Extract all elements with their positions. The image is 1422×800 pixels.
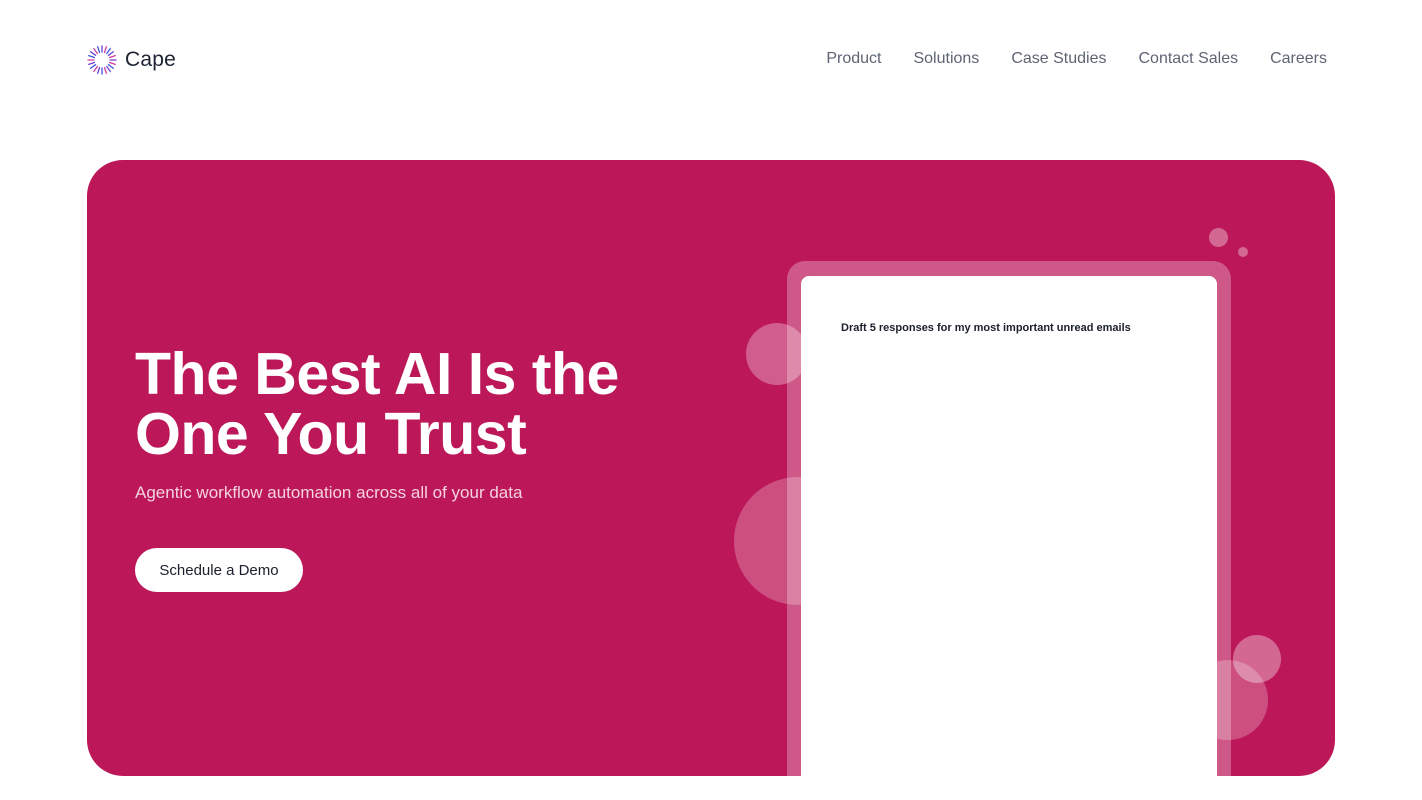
nav-item-careers[interactable]: Careers [1270, 50, 1327, 68]
logo-ray [97, 46, 101, 54]
hero-subtitle: Agentic workflow automation across all o… [135, 483, 523, 502]
hero-title: The Best AI Is the One You Trust [135, 341, 619, 467]
logo-ray [103, 66, 107, 74]
nav-item-contact-sales[interactable]: Contact Sales [1138, 50, 1238, 68]
logo-ray [103, 46, 107, 54]
logo-ray [88, 61, 96, 65]
main-nav: Product Solutions Case Studies Contact S… [794, 50, 1327, 68]
logo-ray [108, 55, 116, 59]
schedule-demo-button[interactable]: Schedule a Demo [135, 548, 303, 592]
logo-ray [90, 64, 97, 69]
brand-name: Cape [125, 48, 177, 71]
demo-screen: Draft 5 responses for my most important … [801, 276, 1217, 776]
logo-ray [93, 48, 98, 55]
logo-ray [106, 65, 111, 72]
nav-item-case-studies[interactable]: Case Studies [1011, 50, 1106, 68]
logo-ray [88, 55, 96, 59]
decorative-bubble [1209, 228, 1228, 247]
logo-ray [107, 51, 114, 56]
nav-item-product[interactable]: Product [826, 50, 881, 68]
demo-prompt: Draft 5 responses for my most important … [841, 322, 1131, 334]
decorative-bubble [1238, 247, 1248, 257]
logo-ray [93, 65, 98, 72]
logo-ray [90, 51, 97, 56]
demo-device-frame: Draft 5 responses for my most important … [787, 261, 1231, 776]
landing-page: Cape Product Solutions Case Studies Cont… [0, 0, 1422, 800]
sunburst-logo-icon [87, 45, 117, 75]
logo-ray [97, 66, 101, 74]
logo-ray [108, 61, 116, 65]
nav-item-solutions[interactable]: Solutions [913, 50, 979, 68]
logo-ray [106, 48, 111, 55]
decorative-bubble [1233, 635, 1281, 683]
hero-section: The Best AI Is the One You Trust Agentic… [87, 160, 1335, 776]
site-header: Cape Product Solutions Case Studies Cont… [87, 40, 1327, 80]
logo-ray [107, 64, 114, 69]
logo[interactable]: Cape [87, 42, 176, 78]
